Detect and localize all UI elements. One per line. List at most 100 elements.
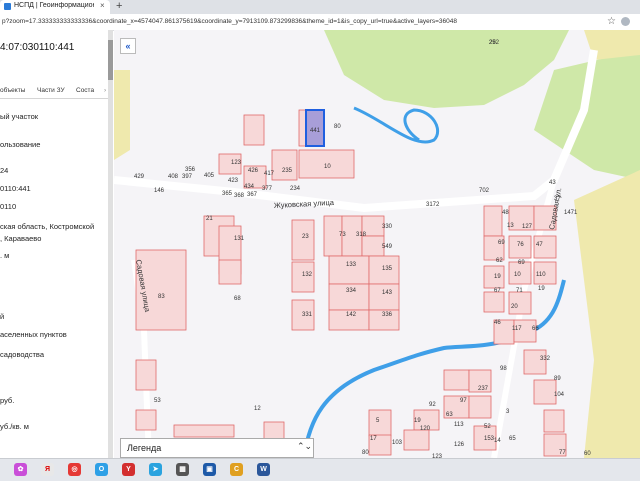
legend-expand-icon[interactable]: ⌃⌄ (297, 441, 312, 452)
telegram-icon[interactable]: ➤ (149, 463, 162, 476)
bookmark-star-icon[interactable]: ☆ (607, 16, 616, 27)
tab-composition[interactable]: Соста (76, 87, 94, 94)
land-parcel[interactable] (368, 283, 400, 311)
parcel-number-label: 126 (454, 442, 465, 448)
parcel-number-label: 63 (446, 412, 453, 418)
parcel-number-label: 549 (382, 244, 393, 250)
land-parcel[interactable] (403, 429, 430, 451)
parcel-number-label: 71 (516, 288, 523, 294)
panel-tabs: объекты Части ЗУ Соста › (0, 84, 110, 99)
chrome-canary-icon[interactable]: C (230, 463, 243, 476)
profile-avatar-icon[interactable] (621, 17, 630, 26)
parcel-number-label: 89 (554, 376, 561, 382)
parcel-number-label: 46 (494, 320, 501, 326)
field-cadastral-number: 0110:441 (0, 184, 31, 193)
parcel-number-label: 408 (168, 174, 179, 180)
parcel-number-label: 19 (494, 274, 501, 280)
parcel-number-label: 318 (356, 232, 367, 238)
land-parcel[interactable] (368, 409, 392, 437)
close-tab-icon[interactable]: × (100, 1, 105, 10)
land-parcel[interactable] (443, 369, 470, 391)
land-parcel[interactable] (328, 255, 370, 285)
parcel-number-label: 12 (254, 406, 261, 412)
cadastral-number: 4:07:030110:441 (0, 42, 75, 53)
parcel-number-label: 3 (506, 409, 510, 415)
new-tab-button[interactable]: + (116, 0, 122, 12)
app-icon[interactable]: ▣ (203, 463, 216, 476)
land-parcel[interactable] (243, 114, 265, 146)
site-favicon-icon (4, 3, 11, 10)
parcel-number-label: 127 (522, 224, 533, 230)
parcel-number-label: 441 (310, 128, 321, 134)
browser-tab[interactable]: НСПД | Геоинформационной × (0, 0, 110, 14)
collapse-panel-icon[interactable]: « (120, 38, 136, 54)
scrollbar-thumb[interactable] (108, 40, 113, 80)
parcel-number-label: 62 (496, 258, 503, 264)
opera-icon[interactable]: O (95, 463, 108, 476)
parcel-number-label: 80 (362, 450, 369, 456)
parcel-number-label: 1471 (564, 210, 578, 216)
parcel-number-label: 397 (182, 174, 193, 180)
parcel-number-label: 53 (154, 398, 161, 404)
field-cadastral-quarter: 0110 (0, 202, 17, 211)
parcel-number-label: 336 (382, 312, 393, 318)
parcel-number-label: 135 (382, 266, 393, 272)
parcel-number-label: 73 (339, 232, 346, 238)
land-parcel[interactable] (135, 359, 157, 391)
tab-objects[interactable]: объекты (0, 87, 25, 94)
parcel-number-label: 20 (511, 304, 518, 310)
land-parcel[interactable] (271, 149, 298, 181)
parcel-number-label: 377 (262, 186, 273, 192)
parcel-number-label: 10 (514, 272, 521, 278)
parcel-number-label: 19 (414, 418, 421, 424)
parcel-number-label: 98 (500, 366, 507, 372)
land-parcel[interactable] (483, 205, 503, 237)
parcel-number-label: 21 (206, 216, 213, 222)
tab-land-parts[interactable]: Части ЗУ (37, 87, 65, 94)
parcel-number-label: 48 (502, 210, 509, 216)
field-permitted-use-value: садоводства (0, 350, 45, 359)
land-parcel[interactable] (468, 395, 492, 419)
parcel-number-label: 43 (549, 180, 556, 186)
land-parcel[interactable] (218, 259, 242, 285)
chrome-icon[interactable]: ◎ (68, 463, 81, 476)
parcel-number-label: 97 (460, 398, 467, 404)
flower-icon[interactable]: ✿ (14, 463, 27, 476)
parcel-number-label: 120 (420, 426, 431, 432)
land-parcel[interactable] (533, 379, 557, 405)
url-text[interactable]: p?zoom=17.333333333333336&coordinate_x=4… (2, 18, 507, 25)
land-parcel[interactable] (291, 219, 315, 261)
parcel-number-label: 80 (334, 124, 341, 130)
land-parcel[interactable] (135, 409, 157, 431)
parcel-number-label: 234 (290, 186, 301, 192)
parcel-number-label: 237 (478, 386, 489, 392)
yandex-browser-icon[interactable]: Y (122, 463, 135, 476)
land-parcel[interactable] (173, 424, 235, 438)
land-parcel[interactable] (543, 409, 565, 433)
parcel-number-label: 17 (370, 436, 377, 442)
land-parcel[interactable] (508, 291, 532, 315)
parcel-number-label: 83 (158, 294, 165, 300)
parcel-number-label: 143 (382, 290, 393, 296)
cadastral-map[interactable]: 292 441 80 123 426 417 235 10 356 408 397 405 423 434… (114, 30, 640, 458)
word-icon[interactable]: W (257, 463, 270, 476)
parcel-number-label: 110 (536, 272, 546, 278)
parcel-number-label: 235 (282, 168, 293, 174)
land-parcel[interactable] (523, 349, 547, 375)
parcel-number-label: 14 (494, 438, 501, 444)
parcel-number-label: 23 (302, 234, 309, 240)
parcel-number-label: 117 (512, 326, 522, 332)
legend-label: Легенда (127, 443, 162, 453)
parcel-number-label: 334 (346, 288, 357, 294)
parcel-number-label: 331 (302, 312, 313, 318)
land-parcel[interactable] (361, 235, 385, 257)
address-bar[interactable]: p?zoom=17.333333333333336&coordinate_x=4… (0, 14, 640, 31)
calculator-icon[interactable]: ▦ (176, 463, 189, 476)
yandex-icon[interactable]: Я (41, 463, 54, 476)
panel-scrollbar[interactable] (108, 30, 113, 458)
land-parcel[interactable] (483, 291, 505, 313)
map-canvas[interactable]: 29244180123426 417 23510356408 397 405423434… (114, 30, 640, 458)
parcel-number-label: 332 (540, 356, 551, 362)
tabs-scroll-right-icon[interactable]: › (104, 87, 106, 94)
legend-panel[interactable]: Легенда ⌃⌄ (120, 438, 314, 458)
